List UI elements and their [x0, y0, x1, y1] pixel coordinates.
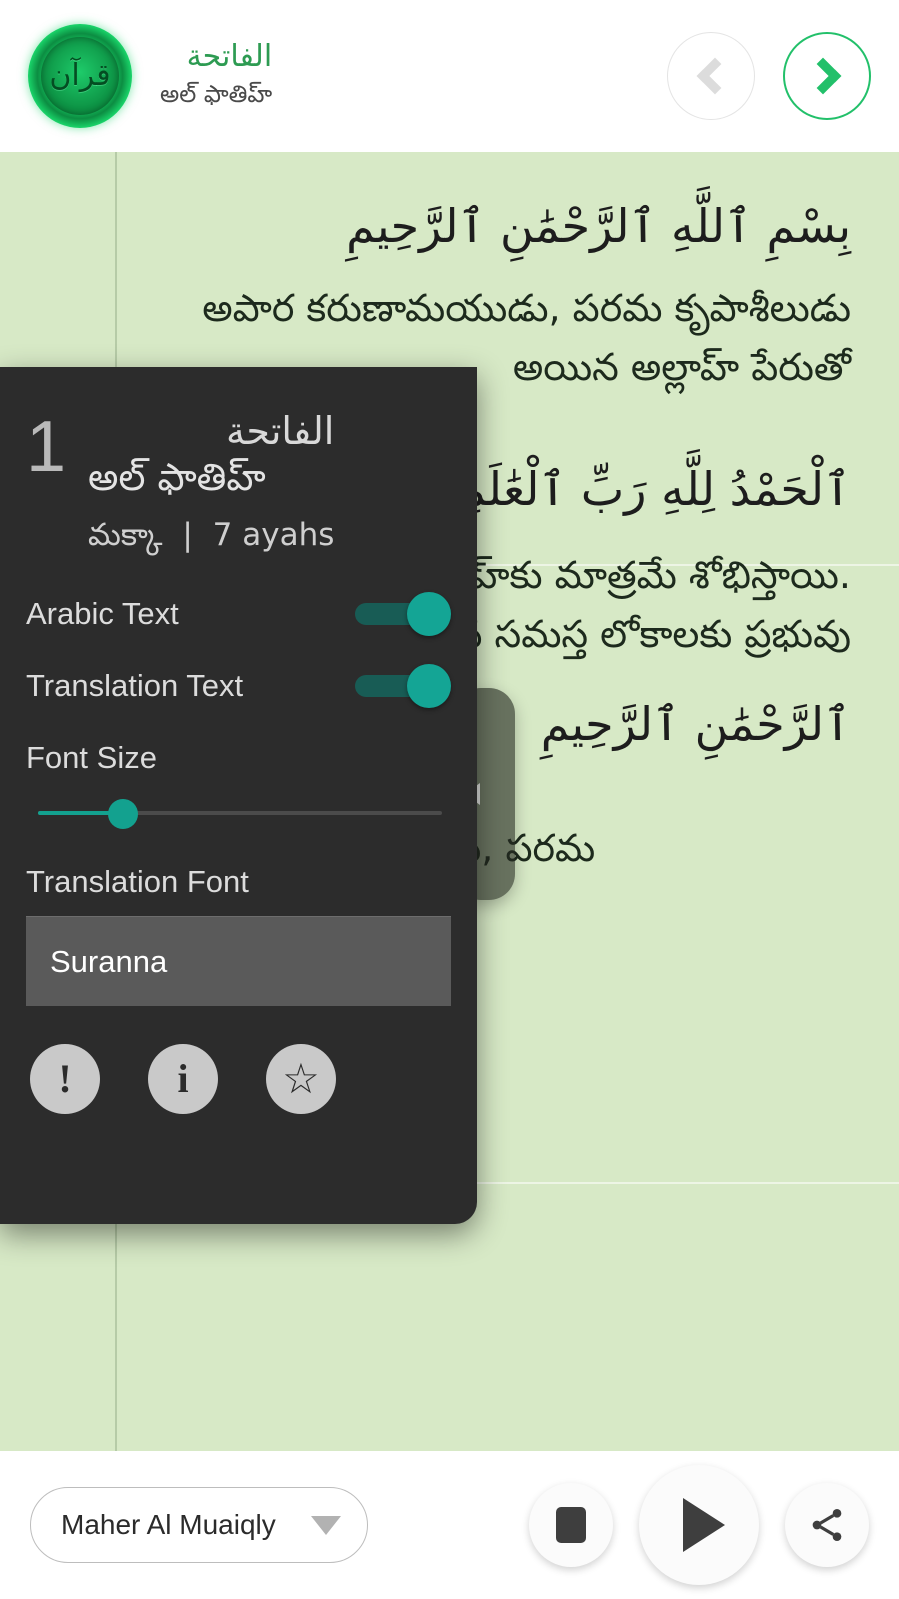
surah-number: 1: [26, 407, 67, 487]
translation-font-label: Translation Font: [26, 864, 249, 899]
reciter-select[interactable]: Maher Al Muaiqly: [30, 1487, 368, 1563]
stop-icon: [556, 1507, 586, 1543]
translation-text-toggle[interactable]: [355, 664, 451, 708]
ayah-count: 7 ayahs: [212, 517, 335, 553]
info-glyph: i: [177, 1056, 189, 1101]
report-error-icon[interactable]: !: [30, 1044, 100, 1114]
stop-button[interactable]: [529, 1483, 613, 1567]
chevron-left-icon: [696, 57, 734, 95]
surah-settings-panel[interactable]: 1 الفاتحة అల్ ఫాతిహ్ మక్కా | 7 ayahs Ara…: [0, 367, 477, 1224]
arabic-text-setting[interactable]: Arabic Text: [26, 592, 451, 636]
chevron-down-icon: [311, 1515, 341, 1535]
font-size-label: Font Size: [26, 740, 157, 775]
panel-surah-meta: మక్కా | 7 ayahs: [88, 517, 334, 560]
info-icon[interactable]: i: [148, 1044, 218, 1114]
panel-surah-transliteration: అల్ ఫాతిహ్: [88, 455, 266, 499]
audio-player-bar: Maher Al Muaiqly: [0, 1451, 899, 1599]
previous-surah-button[interactable]: [667, 32, 755, 120]
surah-title-arabic: الفاتحة: [186, 39, 273, 75]
translation-font-select[interactable]: Suranna: [26, 916, 451, 1006]
font-size-slider[interactable]: [38, 796, 442, 830]
translation-text-setting[interactable]: Translation Text: [26, 664, 451, 708]
app-root: قرآن الفاتحة అల్ ఫాతిహ్ بِسْمِ ٱللَّهِ ٱ…: [0, 0, 899, 1599]
verse-arabic: بِسْمِ ٱللَّهِ ٱلرَّحْمَٰنِ ٱلرَّحِيمِ: [346, 199, 851, 253]
favorite-glyph: ☆: [282, 1054, 320, 1103]
favorite-star-icon[interactable]: ☆: [266, 1044, 336, 1114]
chevron-right-icon: [804, 57, 842, 95]
slider-thumb[interactable]: [108, 799, 138, 829]
arabic-text-toggle[interactable]: [355, 592, 451, 636]
share-icon: [812, 1509, 842, 1541]
play-icon: [683, 1498, 725, 1552]
header-nav-buttons: [667, 32, 871, 120]
verse-block[interactable]: بِسْمِ ٱللَّهِ ٱلرَّحْمَٰنِ ٱلرَّحِيمِ అ…: [0, 152, 899, 397]
report-error-glyph: !: [58, 1056, 72, 1101]
revelation-place: మక్కా: [88, 517, 163, 553]
translation-font-value: Suranna: [50, 943, 168, 979]
translation-text-label: Translation Text: [26, 668, 244, 703]
panel-action-row: ! i ☆: [26, 1044, 451, 1114]
panel-header-text: الفاتحة అల్ ఫాతిహ్ మక్కా | 7 ayahs: [88, 409, 334, 560]
surah-title-transliteration: అల్ ఫాతిహ్: [160, 79, 273, 108]
panel-surah-arabic: الفاتحة: [225, 409, 335, 453]
share-button[interactable]: [785, 1483, 869, 1567]
arabic-text-label: Arabic Text: [26, 596, 179, 631]
header-titles: الفاتحة అల్ ఫాతిహ్: [160, 38, 272, 114]
quran-emblem-icon: قرآن: [28, 24, 132, 128]
meta-separator: |: [182, 517, 193, 553]
player-controls: [529, 1465, 869, 1585]
app-header: قرآن الفاتحة అల్ ఫాతిహ్: [0, 0, 899, 152]
next-surah-button[interactable]: [783, 32, 871, 120]
reciter-name: Maher Al Muaiqly: [61, 1509, 276, 1540]
toggle-knob: [407, 592, 451, 636]
panel-header: 1 الفاتحة అల్ ఫాతిహ్ మక్కా | 7 ayahs: [26, 409, 451, 560]
toggle-knob: [407, 664, 451, 708]
play-button[interactable]: [639, 1465, 759, 1585]
quran-calligraphy: قرآن: [49, 58, 111, 93]
